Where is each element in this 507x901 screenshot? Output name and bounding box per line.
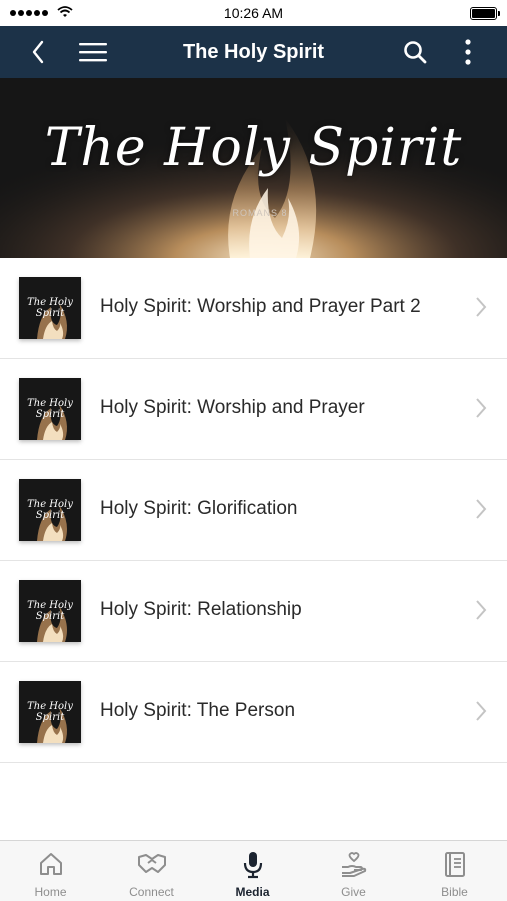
tab-label: Connect bbox=[129, 885, 174, 899]
chevron-right-icon bbox=[476, 600, 487, 620]
tab-label: Bible bbox=[441, 885, 468, 899]
banner-title: The Holy Spirit bbox=[44, 118, 463, 178]
media-list: The Holy Spirit Holy Spirit: Worship and… bbox=[0, 258, 507, 763]
list-item[interactable]: The Holy Spirit Holy Spirit: Glorificati… bbox=[0, 460, 507, 561]
series-thumbnail: The Holy Spirit bbox=[19, 681, 81, 743]
series-thumbnail: The Holy Spirit bbox=[19, 378, 81, 440]
thumbnail-title: The Holy Spirit bbox=[27, 499, 73, 521]
tab-home[interactable]: Home bbox=[0, 841, 101, 901]
navigation-bar: The Holy Spirit bbox=[0, 26, 507, 78]
item-title: Holy Spirit: Glorification bbox=[100, 498, 298, 519]
tab-media[interactable]: Media bbox=[202, 841, 303, 901]
list-item[interactable]: The Holy Spirit Holy Spirit: The Person bbox=[0, 662, 507, 763]
item-title: Holy Spirit: Worship and Prayer Part 2 bbox=[100, 296, 421, 317]
book-icon bbox=[444, 852, 465, 877]
series-thumbnail: The Holy Spirit bbox=[19, 580, 81, 642]
item-title: Holy Spirit: Relationship bbox=[100, 599, 302, 620]
list-item[interactable]: The Holy Spirit Holy Spirit: Worship and… bbox=[0, 258, 507, 359]
thumbnail-title: The Holy Spirit bbox=[27, 398, 73, 420]
tab-label: Home bbox=[34, 885, 67, 899]
search-icon bbox=[404, 41, 427, 64]
series-thumbnail: The Holy Spirit bbox=[19, 479, 81, 541]
item-title: Holy Spirit: The Person bbox=[100, 700, 296, 721]
menu-button[interactable] bbox=[71, 26, 115, 78]
banner-subtitle: ROMANS 8 bbox=[232, 208, 288, 218]
tab-label: Give bbox=[341, 885, 366, 899]
search-button[interactable] bbox=[393, 26, 437, 78]
thumbnail-title: The Holy Spirit bbox=[27, 297, 73, 319]
chevron-right-icon bbox=[476, 398, 487, 418]
tab-bible[interactable]: Bible bbox=[404, 841, 505, 901]
list-item[interactable]: The Holy Spirit Holy Spirit: Worship and… bbox=[0, 359, 507, 460]
back-button[interactable] bbox=[16, 26, 60, 78]
microphone-icon bbox=[243, 852, 262, 879]
chevron-left-icon bbox=[32, 40, 44, 64]
give-hand-icon bbox=[341, 852, 366, 877]
status-time: 10:26 AM bbox=[223, 5, 284, 21]
home-icon bbox=[39, 853, 62, 875]
item-title: Holy Spirit: Worship and Prayer bbox=[100, 397, 365, 418]
list-item[interactable]: The Holy Spirit Holy Spirit: Relationshi… bbox=[0, 561, 507, 662]
handshake-icon bbox=[137, 854, 166, 873]
thumbnail-title: The Holy Spirit bbox=[27, 701, 73, 723]
tab-label: Media bbox=[235, 885, 270, 899]
status-bar: 10:26 AM bbox=[0, 0, 507, 26]
chevron-right-icon bbox=[476, 499, 487, 519]
chevron-right-icon bbox=[476, 297, 487, 317]
thumbnail-title: The Holy Spirit bbox=[27, 600, 73, 622]
series-banner: The Holy Spirit ROMANS 8 bbox=[0, 78, 507, 258]
more-options-button[interactable] bbox=[446, 26, 490, 78]
chevron-right-icon bbox=[476, 701, 487, 721]
hamburger-menu-icon bbox=[79, 43, 107, 62]
tab-give[interactable]: Give bbox=[303, 841, 404, 901]
tab-connect[interactable]: Connect bbox=[101, 841, 202, 901]
more-vertical-icon bbox=[465, 39, 471, 65]
tab-bar: Home Connect Media Give Bible bbox=[0, 840, 507, 901]
series-thumbnail: The Holy Spirit bbox=[19, 277, 81, 339]
battery-icon bbox=[470, 7, 500, 20]
